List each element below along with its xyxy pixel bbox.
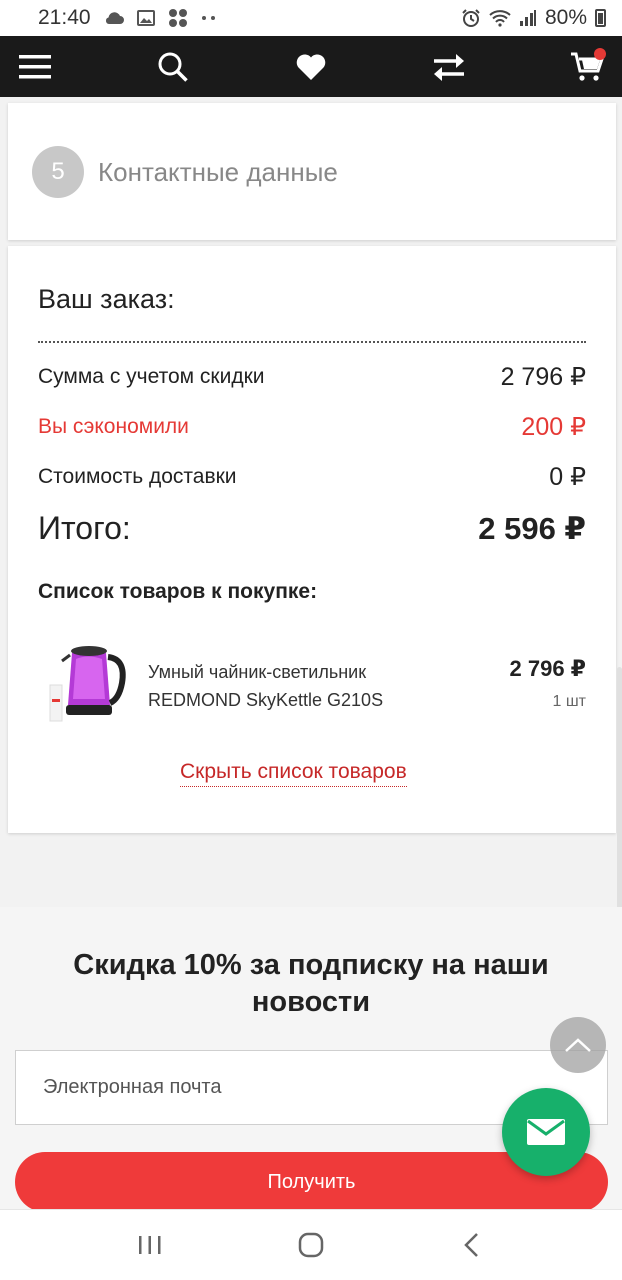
discounted-sum-row: Сумма с учетом скидки 2 796 ₽ <box>38 362 586 392</box>
item-quantity: 1 шт <box>552 693 586 710</box>
signal-icon <box>519 10 536 26</box>
back-button[interactable] <box>452 1225 492 1265</box>
product-list-title: Список товаров к покупке: <box>38 580 318 603</box>
scroll-top-button[interactable] <box>550 1017 606 1073</box>
image-icon <box>136 10 155 26</box>
order-heading: Ваш заказ: <box>38 284 175 314</box>
status-bar: 21:40 80% <box>0 0 622 36</box>
newsletter-section: Скидка 10% за подписку на наши новости П… <box>0 907 622 1212</box>
alarm-icon <box>462 9 480 27</box>
delivery-row: Стоимость доставки 0 ₽ <box>38 462 586 492</box>
chevron-up-icon <box>565 1038 591 1052</box>
favorites-button[interactable] <box>290 46 332 88</box>
compare-icon <box>434 53 464 81</box>
home-button[interactable] <box>291 1225 331 1265</box>
app-bar <box>0 36 622 97</box>
cart-button[interactable] <box>566 46 608 88</box>
saved-label: Вы сэкономили <box>38 415 189 438</box>
search-icon <box>158 52 188 82</box>
saved-value: 200 ₽ <box>521 413 586 441</box>
wifi-icon <box>489 10 511 27</box>
mail-button[interactable] <box>502 1088 590 1176</box>
system-nav-bar <box>0 1209 622 1280</box>
compare-button[interactable] <box>428 46 470 88</box>
item-name[interactable]: Умный чайник-светильник REDMOND SkyKettl… <box>148 658 418 714</box>
mail-icon <box>527 1119 565 1145</box>
kettle-image[interactable] <box>46 639 132 727</box>
search-button[interactable] <box>152 46 194 88</box>
total-value: 2 596 ₽ <box>478 510 586 546</box>
app-icon <box>168 9 187 27</box>
cloud-icon <box>105 12 124 24</box>
step-number: 5 <box>32 146 84 198</box>
order-summary-card: Ваш заказ: Сумма с учетом скидки 2 796 ₽… <box>8 246 616 833</box>
hide-list-link[interactable]: Скрыть список товаров <box>180 760 407 787</box>
home-icon <box>298 1232 324 1258</box>
status-time: 21:40 <box>38 6 91 29</box>
back-icon <box>463 1233 478 1257</box>
battery-icon <box>595 9 606 27</box>
total-row: Итого: 2 596 ₽ <box>38 510 586 547</box>
checkout-content: 5 Контактные данные Ваш заказ: Сумма с у… <box>0 97 622 912</box>
discounted-sum-label: Сумма с учетом скидки <box>38 365 265 388</box>
divider <box>38 341 586 343</box>
recent-apps-button[interactable] <box>130 1225 170 1265</box>
step-title: Контактные данные <box>98 157 338 187</box>
more-icon <box>201 16 215 20</box>
delivery-value: 0 ₽ <box>549 463 586 491</box>
menu-icon <box>19 54 51 78</box>
scrollbar[interactable] <box>617 667 622 912</box>
item-price: 2 796 ₽ <box>509 656 586 681</box>
recent-apps-icon <box>139 1236 161 1254</box>
saved-row: Вы сэкономили 200 ₽ <box>38 412 586 442</box>
contact-step-card[interactable]: 5 Контактные данные <box>8 103 616 240</box>
cart-badge <box>594 47 606 60</box>
discounted-sum-value: 2 796 ₽ <box>500 363 586 391</box>
menu-button[interactable] <box>14 46 56 88</box>
delivery-label: Стоимость доставки <box>38 465 237 488</box>
battery-percent: 80% <box>544 6 587 29</box>
heart-icon <box>296 53 326 80</box>
total-label: Итого: <box>38 510 131 546</box>
newsletter-title: Скидка 10% за подписку на наши новости <box>73 949 549 1018</box>
